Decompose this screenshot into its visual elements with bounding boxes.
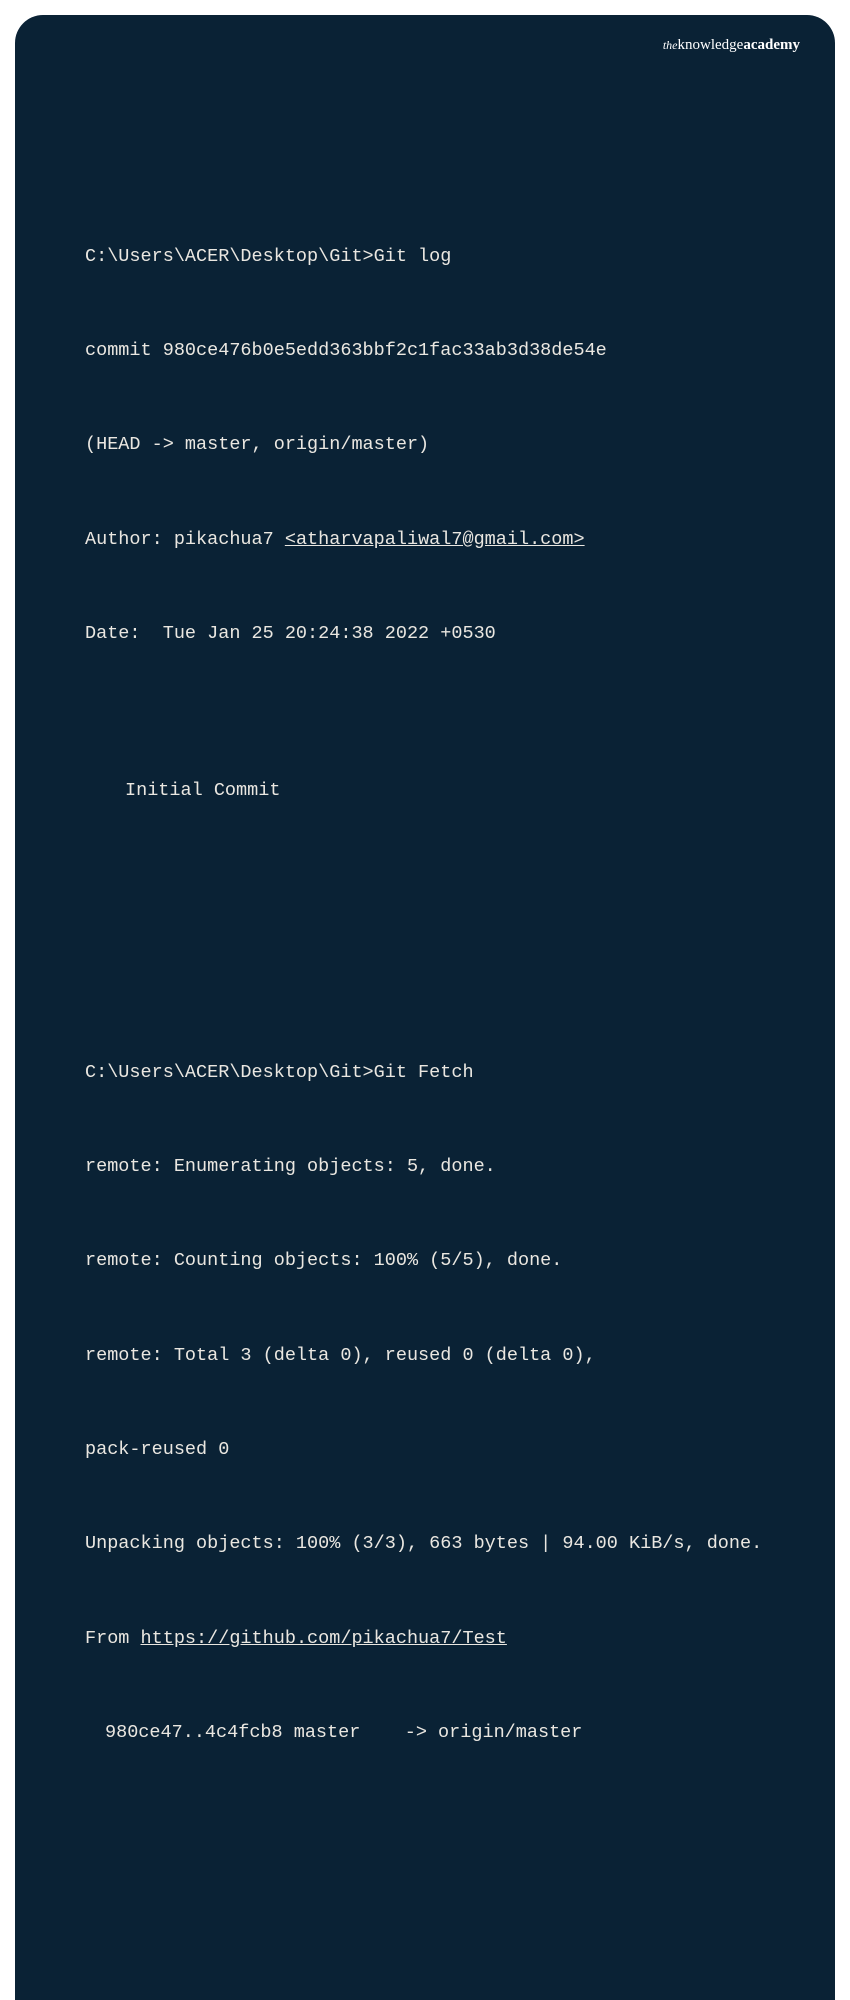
commit-hash: commit 980ce476b0e5edd363bbf2c1fac33ab3d… bbox=[85, 335, 765, 366]
git-log-block-2: C:\Users\ACER\Desktop\Git>Git log commit… bbox=[85, 1936, 765, 2000]
fetch-output-line: remote: Enumerating objects: 5, done. bbox=[85, 1151, 765, 1182]
git-log-block-1: C:\Users\ACER\Desktop\Git>Git log commit… bbox=[85, 178, 765, 870]
brand-academy: academy bbox=[743, 37, 800, 53]
commit-refs: (HEAD -> master, origin/master) bbox=[85, 429, 765, 460]
git-fetch-block: C:\Users\ACER\Desktop\Git>Git Fetch remo… bbox=[85, 994, 765, 1811]
fetch-output-line: remote: Counting objects: 100% (5/5), do… bbox=[85, 1245, 765, 1276]
from-url: https://github.com/pikachua7/Test bbox=[141, 1628, 507, 1649]
from-prefix: From bbox=[85, 1628, 141, 1649]
author-line: Author: pikachua7 <atharvapaliwal7@gmail… bbox=[85, 524, 765, 555]
fetch-output-line: remote: Total 3 (delta 0), reused 0 (del… bbox=[85, 1340, 765, 1371]
fetch-output-line: Unpacking objects: 100% (3/3), 663 bytes… bbox=[85, 1528, 765, 1559]
brand-the: the bbox=[663, 38, 678, 52]
date-line: Date: Tue Jan 25 20:24:38 2022 +0530 bbox=[85, 618, 765, 649]
author-email: <atharvapaliwal7@gmail.com> bbox=[285, 529, 585, 550]
brand-knowledge: knowledge bbox=[678, 37, 744, 53]
prompt-line: C:\Users\ACER\Desktop\Git>Git Fetch bbox=[85, 1057, 765, 1088]
fetch-from-line: From https://github.com/pikachua7/Test bbox=[85, 1623, 765, 1654]
author-prefix: Author: pikachua7 bbox=[85, 529, 285, 550]
terminal-output: C:\Users\ACER\Desktop\Git>Git log commit… bbox=[85, 115, 765, 2000]
fetch-ref-update: 980ce47..4c4fcb8 master -> origin/master bbox=[85, 1717, 765, 1748]
brand-logo: theknowledgeacademy bbox=[663, 37, 800, 54]
terminal-window: theknowledgeacademy C:\Users\ACER\Deskto… bbox=[15, 15, 835, 2000]
prompt-line: C:\Users\ACER\Desktop\Git>Git log bbox=[85, 1998, 765, 2000]
commit-message: Initial Commit bbox=[85, 775, 765, 806]
prompt-line: C:\Users\ACER\Desktop\Git>Git log bbox=[85, 241, 765, 272]
fetch-output-line: pack-reused 0 bbox=[85, 1434, 765, 1465]
